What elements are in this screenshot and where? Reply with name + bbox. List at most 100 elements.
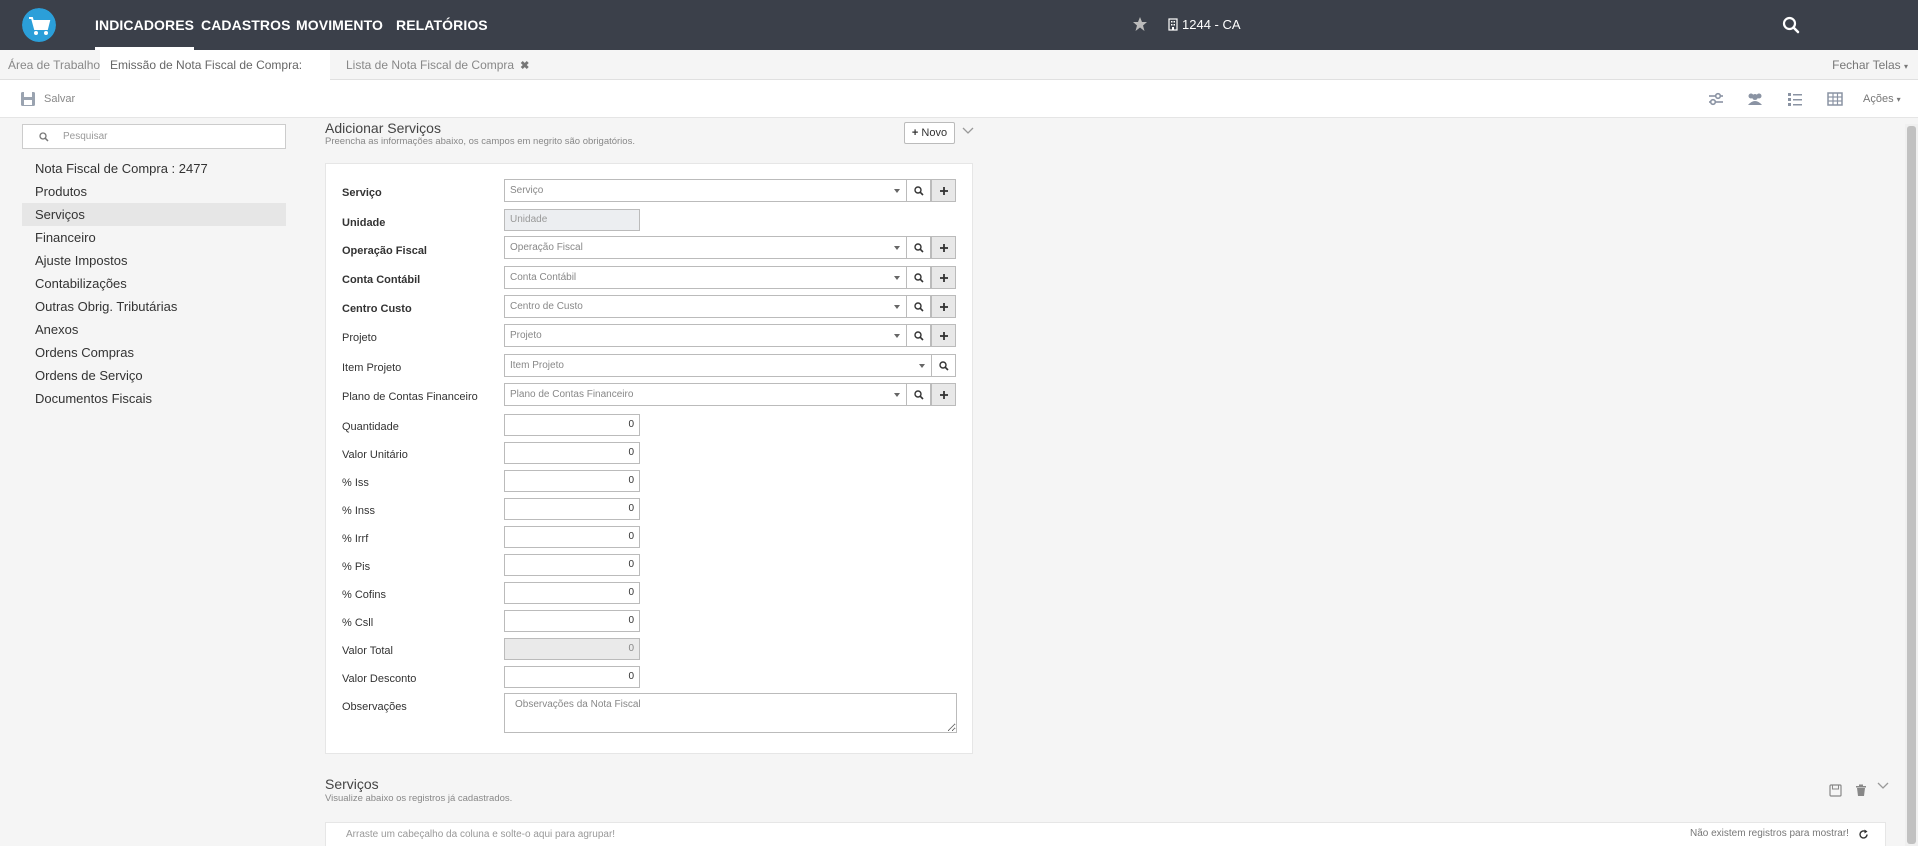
table-icon[interactable] bbox=[1826, 90, 1844, 108]
chevron-down-icon[interactable] bbox=[1877, 782, 1889, 790]
conta-contabil-search-button[interactable] bbox=[906, 266, 931, 289]
cofins-input[interactable]: 0 bbox=[504, 582, 640, 604]
sidebar-item-nota-fiscal[interactable]: Nota Fiscal de Compra : 2477 bbox=[22, 157, 286, 180]
operacao-fiscal-search-button[interactable] bbox=[906, 236, 931, 259]
save-button[interactable]: Salvar bbox=[20, 87, 75, 111]
tab-label: Lista de Nota Fiscal de Compra bbox=[346, 58, 515, 72]
centro-custo-placeholder: Centro de Custo bbox=[510, 301, 583, 312]
floppy-disk-icon[interactable] bbox=[1829, 784, 1842, 797]
servico-placeholder: Serviço bbox=[510, 185, 544, 196]
operacao-fiscal-add-button[interactable] bbox=[931, 236, 956, 259]
sidebar-item-ordens-compras[interactable]: Ordens Compras bbox=[22, 341, 286, 364]
tab-area-de-trabalho[interactable]: Área de Trabalho bbox=[8, 50, 100, 80]
nav-movimento[interactable]: MOVIMENTO bbox=[296, 0, 383, 50]
label-centro-custo: Centro Custo bbox=[342, 303, 412, 315]
conta-contabil-select[interactable]: Conta Contábil bbox=[504, 266, 907, 289]
sidebar-item-anexos[interactable]: Anexos bbox=[22, 318, 286, 341]
list-icon[interactable] bbox=[1786, 90, 1804, 108]
centro-custo-add-button[interactable] bbox=[931, 295, 956, 318]
label-projeto: Projeto bbox=[342, 332, 377, 344]
sidebar-search bbox=[22, 124, 286, 149]
pis-input[interactable]: 0 bbox=[504, 554, 640, 576]
sidebar-item-outras-obrig[interactable]: Outras Obrig. Tributárias bbox=[22, 295, 286, 318]
tab-emissao-nota-fiscal[interactable]: Emissão de Nota Fiscal de Compra: 2477✖ bbox=[100, 50, 330, 102]
sidebar-item-ajuste-impostos[interactable]: Ajuste Impostos bbox=[22, 249, 286, 272]
projeto-select[interactable]: Projeto bbox=[504, 324, 907, 347]
actions-dropdown[interactable]: Ações ▾ bbox=[1863, 80, 1901, 118]
sidebar-item-financeiro[interactable]: Financeiro bbox=[22, 226, 286, 249]
caret-down-icon bbox=[894, 393, 900, 397]
close-tab-icon[interactable]: ✖ bbox=[520, 60, 529, 72]
search-icon[interactable] bbox=[1782, 16, 1800, 34]
tab-lista-nota-fiscal[interactable]: Lista de Nota Fiscal de Compra ✖ bbox=[346, 50, 529, 80]
search-icon bbox=[914, 331, 924, 341]
sidebar-item-produtos[interactable]: Produtos bbox=[22, 180, 286, 203]
conta-contabil-placeholder: Conta Contábil bbox=[510, 272, 577, 283]
star-icon[interactable] bbox=[1132, 16, 1148, 32]
chevron-down-icon[interactable] bbox=[962, 127, 974, 135]
shopping-cart-logo-icon[interactable] bbox=[22, 8, 56, 42]
quantidade-input[interactable]: 0 bbox=[504, 414, 640, 436]
servico-select[interactable]: Serviço bbox=[504, 179, 907, 202]
iss-input[interactable]: 0 bbox=[504, 470, 640, 492]
valor-desconto-input[interactable]: 0 bbox=[504, 666, 640, 688]
plano-contas-select[interactable]: Plano de Contas Financeiro bbox=[504, 383, 907, 406]
caret-down-icon: ▾ bbox=[1896, 95, 1901, 104]
form-section-title: Adicionar Serviços bbox=[325, 120, 441, 136]
servico-search-button[interactable] bbox=[906, 179, 931, 202]
observacoes-textarea[interactable] bbox=[504, 693, 957, 733]
refresh-icon[interactable] bbox=[1858, 829, 1869, 840]
plano-contas-search-button[interactable] bbox=[906, 383, 931, 406]
operacao-fiscal-select[interactable]: Operação Fiscal bbox=[504, 236, 907, 259]
projeto-add-button[interactable] bbox=[931, 324, 956, 347]
scrollbar-thumb[interactable] bbox=[1907, 126, 1916, 844]
conta-contabil-add-button[interactable] bbox=[931, 266, 956, 289]
irrf-input[interactable]: 0 bbox=[504, 526, 640, 548]
new-label: Novo bbox=[921, 127, 948, 139]
page-scrollbar[interactable] bbox=[1905, 124, 1918, 846]
top-navbar: INDICADORES CADASTROS MOVIMENTO RELATÓRI… bbox=[0, 0, 1918, 50]
centro-custo-select[interactable]: Centro de Custo bbox=[504, 295, 907, 318]
users-icon[interactable] bbox=[1746, 90, 1764, 108]
list-section-title: Serviços bbox=[325, 776, 379, 792]
caret-down-icon: ▾ bbox=[1903, 62, 1908, 71]
label-observacoes: Observações bbox=[342, 701, 407, 713]
new-button[interactable]: + Novo bbox=[904, 122, 955, 144]
label-inss: % Inss bbox=[342, 505, 376, 517]
sidebar-item-ordens-servico[interactable]: Ordens de Serviço bbox=[22, 364, 286, 387]
plus-icon bbox=[940, 274, 948, 282]
company-selector[interactable]: 1244 - CA bbox=[1168, 0, 1241, 50]
item-projeto-select[interactable]: Item Projeto bbox=[504, 354, 932, 377]
nav-relatorios[interactable]: RELATÓRIOS bbox=[396, 0, 488, 50]
centro-custo-search-button[interactable] bbox=[906, 295, 931, 318]
sidebar-item-contabilizacoes[interactable]: Contabilizações bbox=[22, 272, 286, 295]
projeto-search-button[interactable] bbox=[906, 324, 931, 347]
item-projeto-search-button[interactable] bbox=[931, 354, 956, 377]
group-hint: Arraste um cabeçalho da coluna e solte-o… bbox=[346, 829, 616, 840]
plano-contas-add-button[interactable] bbox=[931, 383, 956, 406]
csll-input[interactable]: 0 bbox=[504, 610, 640, 632]
sidebar-search-input[interactable] bbox=[63, 127, 273, 146]
sidebar-item-documentos-fiscais[interactable]: Documentos Fiscais bbox=[22, 387, 286, 410]
caret-down-icon bbox=[894, 189, 900, 193]
servico-add-button[interactable] bbox=[931, 179, 956, 202]
label-operacao-fiscal: Operação Fiscal bbox=[342, 245, 427, 257]
trash-icon[interactable] bbox=[1855, 784, 1867, 797]
nav-indicadores[interactable]: INDICADORES bbox=[95, 0, 195, 50]
caret-down-icon bbox=[919, 364, 925, 368]
close-screens-label: Fechar Telas bbox=[1832, 58, 1901, 72]
search-icon bbox=[914, 186, 924, 196]
building-icon bbox=[1168, 18, 1178, 31]
close-screens-dropdown[interactable]: Fechar Telas ▾ bbox=[1832, 50, 1908, 80]
caret-down-icon bbox=[894, 276, 900, 280]
label-quantidade: Quantidade bbox=[342, 421, 399, 433]
valor-unitario-input[interactable]: 0 bbox=[504, 442, 640, 464]
inss-input[interactable]: 0 bbox=[504, 498, 640, 520]
search-icon bbox=[939, 361, 949, 371]
label-irrf: % Irrf bbox=[342, 533, 369, 545]
company-label: 1244 - CA bbox=[1182, 17, 1241, 32]
sliders-icon[interactable] bbox=[1707, 90, 1725, 108]
nav-cadastros[interactable]: CADASTROS bbox=[201, 0, 291, 50]
plano-contas-placeholder: Plano de Contas Financeiro bbox=[510, 389, 634, 400]
sidebar-item-servicos[interactable]: Serviços bbox=[22, 203, 286, 226]
